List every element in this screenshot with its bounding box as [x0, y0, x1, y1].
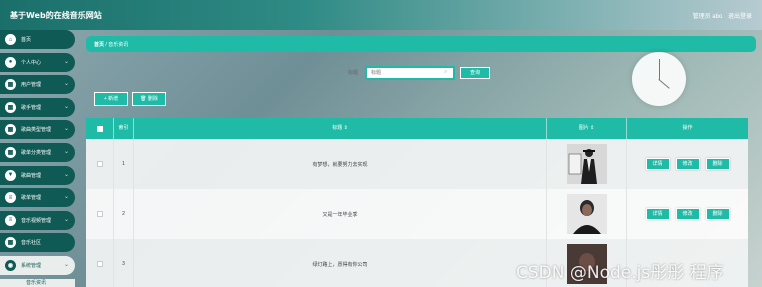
sidebar-item-users[interactable]: ▦ 用户管理 ⌄ [0, 75, 75, 95]
sidebar-item-singers[interactable]: ▦ 歌手管理 ⌄ [0, 97, 75, 117]
row-checkbox[interactable] [96, 161, 103, 167]
breadcrumb: 首页 / 音乐资讯 [86, 36, 756, 52]
sidebar-item-label: 用户管理 [21, 82, 42, 89]
pin-icon: ▼ [5, 169, 16, 181]
site-title: 基于Web的在线音乐网站 [10, 11, 102, 20]
sidebar-item-home[interactable]: ⌂ 首页 [0, 30, 75, 49]
row-checkbox[interactable] [96, 261, 103, 267]
search-icon: ⌕ [444, 69, 448, 75]
search-label: 标题 [348, 70, 359, 76]
grid-icon: ▦ [5, 124, 16, 136]
top-bar: 基于Web的在线音乐网站 管理员 abo 退出登录 [0, 0, 762, 30]
breadcrumb-current: 音乐资讯 [108, 42, 129, 48]
row-ops: 详情 修改 删除 [627, 189, 748, 239]
sidebar-item-label: 音乐社区 [21, 240, 42, 247]
watermark: CSDN @Node.js彤彤 程序 [516, 263, 724, 283]
search-button[interactable]: 查询 [460, 67, 490, 79]
chevron-down-icon: ⌄ [63, 126, 69, 133]
column-header-title[interactable]: 标题 ⇕ [134, 118, 547, 139]
delete-row-button[interactable]: 删除 [705, 158, 730, 170]
sidebar: ⌂ 首页 ● 个人中心 ⌄ ▦ 用户管理 ⌄ ▦ 歌手管理 ⌄ ▦ 歌曲类型管理… [0, 30, 78, 287]
clock-hour-hand [659, 59, 660, 80]
row-index: 3 [114, 239, 134, 287]
user-icon: ● [5, 56, 16, 68]
logout-link[interactable]: 退出登录 [728, 14, 752, 20]
sidebar-item-community[interactable]: ▦ 音乐社区 [0, 233, 75, 253]
sidebar-item-label: 个人中心 [21, 59, 42, 66]
sidebar-item-system[interactable]: ◉ 系统管理 ⌄ [0, 255, 75, 275]
column-header-image[interactable]: 图片 ⇕ [547, 118, 627, 139]
row-image-cell [547, 189, 627, 239]
table-row: 2 又是一年毕业季 详情 修改 删除 [86, 189, 748, 239]
sidebar-subitem-music-news[interactable]: 音乐资讯 [0, 278, 75, 287]
clock-minute-hand [658, 79, 670, 89]
row-image-cell [547, 139, 627, 189]
select-all-cell [86, 118, 114, 139]
delete-row-button[interactable]: 删除 [705, 208, 730, 220]
detail-button[interactable]: 详情 [645, 208, 670, 220]
grid-icon: ▦ [5, 146, 16, 158]
table-header: 索引 标题 ⇕ 图片 ⇕ 操作 [86, 118, 748, 139]
row-ops: 详情 修改 删除 [627, 139, 748, 189]
row-title: 有梦想，就要努力去实现 [134, 139, 547, 189]
sidebar-item-label: 音乐视频管理 [21, 217, 52, 224]
table-row: 1 有梦想，就要努力去实现 详情 修改 删除 [86, 139, 748, 189]
row-thumbnail [566, 144, 607, 184]
home-icon: ⌂ [5, 34, 16, 45]
list-icon: ≡ [5, 214, 16, 226]
search-input[interactable] [365, 66, 455, 80]
grid-icon: ▦ [5, 79, 16, 91]
clock-widget [632, 52, 686, 106]
list-icon: ≡ [5, 192, 16, 204]
main-content: 首页 / 音乐资讯 标题 ⌕ 查询 + 新增 🗑 删除 索引 标题 ⇕ 图片 ⇕… [86, 30, 756, 287]
sidebar-item-songs[interactable]: ▼ 歌曲管理 ⌄ [0, 165, 75, 185]
row-title: 绿灯路上，愿得有你公司 [134, 239, 547, 287]
chevron-down-icon: ⌄ [63, 148, 69, 155]
grid-icon: ▦ [5, 101, 16, 113]
chevron-down-icon: ⌄ [63, 194, 69, 201]
row-checkbox-cell [86, 189, 114, 239]
grid-icon: ▦ [5, 237, 16, 249]
row-checkbox[interactable] [96, 211, 103, 217]
chevron-down-icon: ⌄ [63, 103, 69, 110]
row-checkbox-cell [86, 139, 114, 189]
admin-info: 管理员 abo 退出登录 [689, 11, 752, 20]
chevron-down-icon: ⌄ [63, 171, 69, 178]
row-title: 又是一年毕业季 [134, 189, 547, 239]
sidebar-item-label: 歌曲类型管理 [21, 127, 52, 134]
sidebar-item-playlist-categories[interactable]: ▦ 歌单分类管理 ⌄ [0, 142, 75, 162]
delete-button[interactable]: 🗑 删除 [132, 92, 166, 106]
sidebar-item-label: 首页 [21, 37, 32, 43]
sidebar-item-profile[interactable]: ● 个人中心 ⌄ [0, 52, 75, 72]
column-header-index: 索引 [114, 118, 134, 139]
row-thumbnail [566, 194, 607, 234]
sidebar-item-label: 歌曲管理 [21, 172, 42, 179]
sidebar-item-playlists[interactable]: ≡ 歌单管理 ⌄ [0, 188, 75, 208]
detail-button[interactable]: 详情 [645, 158, 670, 170]
edit-button[interactable]: 修改 [675, 158, 700, 170]
breadcrumb-home[interactable]: 首页 [94, 42, 104, 48]
sidebar-item-song-types[interactable]: ▦ 歌曲类型管理 ⌄ [0, 120, 75, 140]
sidebar-item-music-videos[interactable]: ≡ 音乐视频管理 ⌄ [0, 210, 75, 230]
row-index: 2 [114, 189, 134, 239]
sidebar-item-label: 歌单管理 [21, 195, 42, 202]
chevron-down-icon: ⌄ [63, 216, 69, 223]
row-checkbox-cell [86, 239, 114, 287]
chevron-down-icon: ⌄ [63, 58, 69, 65]
chevron-down-icon: ⌄ [63, 261, 69, 268]
chevron-down-icon: ⌄ [63, 81, 69, 88]
admin-label: 管理员 abo [692, 14, 723, 20]
row-index: 1 [114, 139, 134, 189]
sidebar-item-label: 歌手管理 [21, 104, 42, 111]
add-button[interactable]: + 新增 [94, 92, 128, 106]
breadcrumb-separator: / [105, 42, 107, 48]
edit-button[interactable]: 修改 [675, 208, 700, 220]
column-header-ops: 操作 [682, 125, 693, 131]
settings-icon: ◉ [5, 259, 16, 271]
select-all-checkbox[interactable] [96, 125, 103, 132]
sidebar-item-label: 系统管理 [21, 262, 42, 269]
sidebar-item-label: 歌单分类管理 [21, 149, 52, 156]
